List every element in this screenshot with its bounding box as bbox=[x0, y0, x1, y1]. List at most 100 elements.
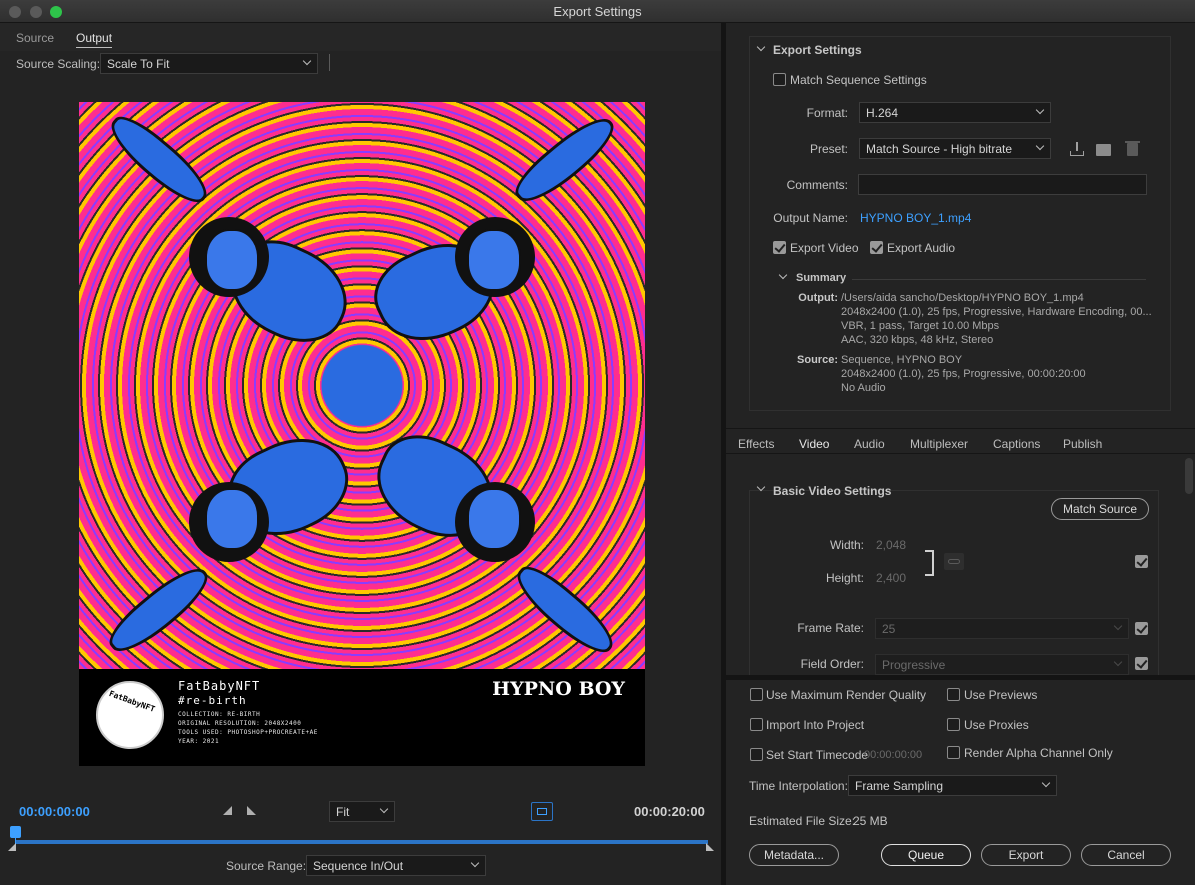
arm-shape bbox=[507, 557, 623, 663]
max-render-checkbox[interactable] bbox=[750, 688, 763, 701]
playhead-handle[interactable] bbox=[10, 826, 21, 838]
chevron-down-icon bbox=[1035, 105, 1045, 115]
artwork-caption: FatBabyNFT FatBabyNFT #re-birth COLLECTI… bbox=[79, 669, 645, 766]
comments-field[interactable] bbox=[858, 174, 1147, 195]
tabs-bottom-border bbox=[726, 453, 1195, 454]
tab-captions[interactable]: Captions bbox=[993, 437, 1040, 451]
timecode-end: 00:00:20:00 bbox=[634, 804, 705, 819]
figure-bottom-right bbox=[361, 420, 535, 572]
summary-source-line: Sequence, HYPNO BOY bbox=[841, 354, 963, 366]
arm-shape bbox=[101, 557, 217, 663]
chevron-down-icon bbox=[379, 804, 389, 814]
caption-meta-line: ORIGINAL RESOLUTION: 2048X2400 bbox=[178, 720, 302, 727]
set-out-point-icon[interactable] bbox=[247, 806, 256, 815]
field-order-dropdown[interactable]: Progressive bbox=[875, 654, 1129, 675]
caption-meta-line: YEAR: 2021 bbox=[178, 738, 220, 745]
preview-panel: Source Output Source Scaling: Scale To F… bbox=[0, 23, 721, 885]
zoom-dropdown[interactable]: Fit bbox=[329, 801, 395, 822]
tabs-divider bbox=[726, 428, 1195, 429]
match-sequence-label: Match Sequence Settings bbox=[790, 73, 927, 87]
import-project-checkbox[interactable] bbox=[750, 718, 763, 731]
start-timecode-value[interactable]: 00:00:00:00 bbox=[864, 749, 922, 761]
field-order-override-checkbox[interactable] bbox=[1135, 657, 1148, 670]
cancel-button[interactable]: Cancel bbox=[1081, 844, 1171, 866]
artwork-kaleidoscope bbox=[79, 102, 645, 669]
use-previews-checkbox[interactable] bbox=[947, 688, 960, 701]
use-proxies-checkbox[interactable] bbox=[947, 718, 960, 731]
tab-output[interactable]: Output bbox=[76, 31, 113, 48]
summary-output-line: VBR, 1 pass, Target 10.00 Mbps bbox=[841, 320, 1000, 332]
source-range-dropdown[interactable]: Sequence In/Out bbox=[306, 855, 486, 876]
tab-publish[interactable]: Publish bbox=[1063, 437, 1102, 451]
source-scaling-dropdown[interactable]: Scale To Fit bbox=[100, 53, 318, 74]
figure-bottom-left bbox=[189, 420, 363, 572]
match-sequence-checkbox[interactable] bbox=[773, 73, 786, 86]
zoom-value: Fit bbox=[336, 805, 350, 819]
in-marker-icon[interactable] bbox=[8, 843, 16, 851]
tab-audio[interactable]: Audio bbox=[854, 437, 885, 451]
window-title: Export Settings bbox=[553, 4, 642, 19]
export-button[interactable]: Export bbox=[981, 844, 1071, 866]
title-bar: Export Settings bbox=[0, 0, 1195, 23]
source-range-label: Source Range: bbox=[226, 859, 307, 873]
summary-output-line: AAC, 320 kbps, 48 kHz, Stereo bbox=[841, 334, 994, 346]
time-interp-dropdown[interactable]: Frame Sampling bbox=[848, 775, 1057, 796]
frame-rate-override-checkbox[interactable] bbox=[1135, 622, 1148, 635]
source-scaling-label: Source Scaling: bbox=[16, 57, 101, 71]
width-label: Width: bbox=[829, 538, 864, 552]
arm-shape bbox=[101, 107, 217, 213]
preset-dropdown[interactable]: Match Source - High bitrate bbox=[859, 138, 1051, 159]
fatbaby-logo: FatBabyNFT bbox=[96, 681, 164, 749]
source-range-value: Sequence In/Out bbox=[313, 859, 404, 873]
export-video-checkbox[interactable] bbox=[773, 241, 786, 254]
height-label: Height: bbox=[825, 571, 864, 585]
output-name-label: Output Name: bbox=[773, 211, 848, 225]
time-interp-value: Frame Sampling bbox=[855, 779, 944, 793]
tab-effects[interactable]: Effects bbox=[738, 437, 774, 451]
link-chain-icon[interactable] bbox=[944, 553, 964, 570]
tab-source[interactable]: Source bbox=[16, 31, 54, 45]
height-value[interactable]: 2,400 bbox=[876, 571, 906, 585]
settings-scrollbar[interactable] bbox=[1185, 458, 1193, 494]
figure-top-right bbox=[361, 207, 535, 359]
render-alpha-checkbox[interactable] bbox=[947, 746, 960, 759]
chevron-down-icon bbox=[1041, 778, 1051, 788]
out-marker-icon[interactable] bbox=[706, 843, 714, 851]
summary-output-line: /Users/aida sancho/Desktop/HYPNO BOY_1.m… bbox=[841, 292, 1084, 304]
time-interp-label: Time Interpolation: bbox=[749, 779, 848, 793]
start-timecode-checkbox[interactable] bbox=[750, 748, 763, 761]
summary-source-line: 2048x2400 (1.0), 25 fps, Progressive, 00… bbox=[841, 368, 1086, 380]
import-project-label: Import Into Project bbox=[766, 718, 865, 732]
est-size-value: 25 MB bbox=[853, 814, 888, 828]
summary-title: Summary bbox=[796, 272, 847, 284]
match-source-button[interactable]: Match Source bbox=[1051, 498, 1149, 520]
bottom-divider[interactable] bbox=[726, 675, 1195, 680]
tab-multiplexer[interactable]: Multiplexer bbox=[910, 437, 968, 451]
queue-button[interactable]: Queue bbox=[881, 844, 971, 866]
caption-brand: FatBabyNFT bbox=[178, 679, 261, 693]
width-value[interactable]: 2,048 bbox=[876, 538, 906, 552]
save-preset-icon[interactable] bbox=[1068, 141, 1086, 157]
timeline-bar[interactable] bbox=[16, 840, 708, 844]
set-in-point-icon[interactable] bbox=[223, 806, 232, 815]
output-name-link[interactable]: HYPNO BOY_1.mp4 bbox=[860, 211, 971, 225]
comments-label: Comments: bbox=[786, 178, 848, 192]
summary-source-key: Source: bbox=[797, 354, 838, 366]
timecode-start[interactable]: 00:00:00:00 bbox=[19, 804, 90, 819]
summary-output-line: 2048x2400 (1.0), 25 fps, Progressive, Ha… bbox=[841, 306, 1152, 318]
export-audio-label: Export Audio bbox=[887, 241, 956, 255]
frame-rate-dropdown[interactable]: 25 bbox=[875, 618, 1129, 639]
field-order-value: Progressive bbox=[882, 658, 946, 672]
format-dropdown[interactable]: H.264 bbox=[859, 102, 1051, 123]
delete-preset-icon[interactable] bbox=[1124, 140, 1142, 156]
dimension-bracket bbox=[925, 550, 934, 576]
summary-source-line: No Audio bbox=[841, 382, 886, 394]
use-previews-label: Use Previews bbox=[964, 688, 1038, 702]
tab-video[interactable]: Video bbox=[799, 437, 830, 454]
width-height-override-checkbox[interactable] bbox=[1135, 555, 1148, 568]
caption-meta-line: TOOLS USED: PHOTOSHOP+PROCREATE+AE bbox=[178, 729, 318, 736]
export-audio-checkbox[interactable] bbox=[870, 241, 883, 254]
import-preset-icon[interactable] bbox=[1095, 141, 1113, 157]
aspect-correction-icon[interactable] bbox=[531, 802, 553, 821]
metadata-button[interactable]: Metadata... bbox=[749, 844, 839, 866]
